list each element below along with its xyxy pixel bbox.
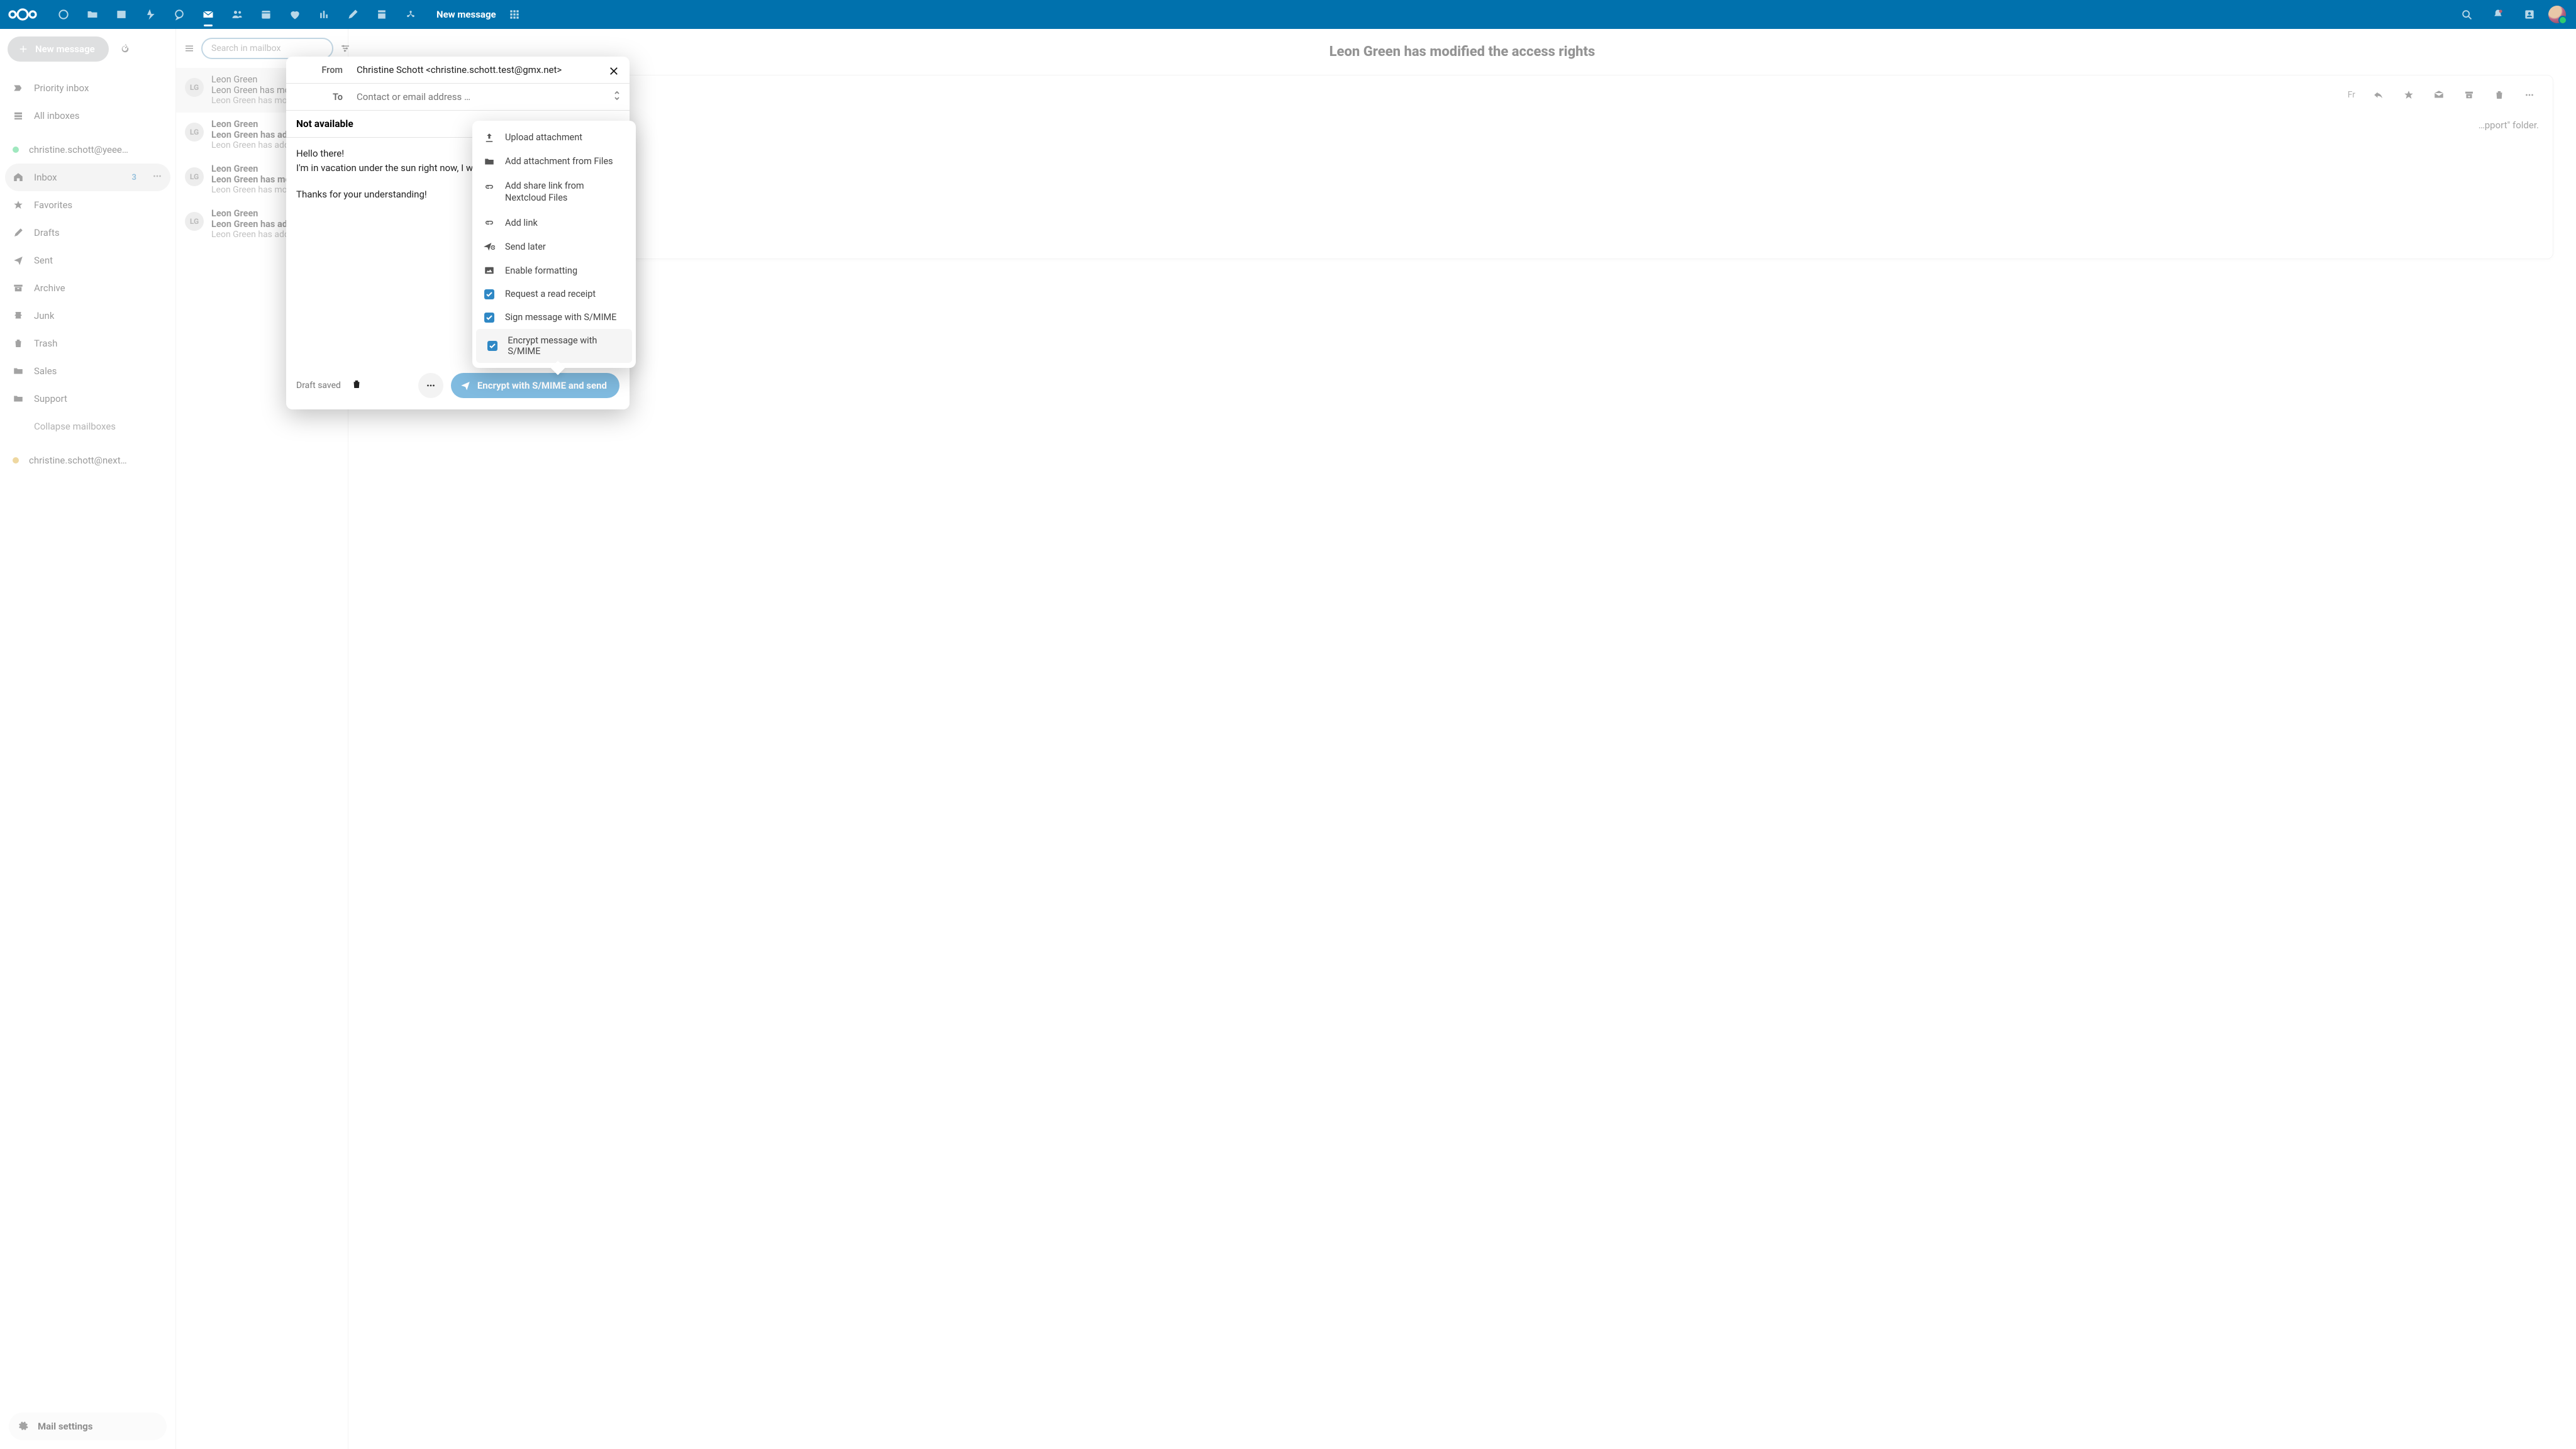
- menu-label: Upload attachment: [505, 132, 582, 143]
- folder-icon: [484, 156, 495, 167]
- nextcloud-logo[interactable]: [5, 6, 40, 23]
- calendar-icon[interactable]: [252, 0, 280, 29]
- top-bar: New message: [0, 0, 2576, 29]
- from-label: From: [286, 65, 352, 75]
- send-label: Encrypt with S/MIME and send: [477, 380, 607, 391]
- menu-sign-smime[interactable]: Sign message with S/MIME: [472, 306, 636, 329]
- menu-attachment-from-files[interactable]: Add attachment from Files: [472, 150, 636, 174]
- link-icon: [484, 181, 495, 192]
- notifications-icon[interactable]: [2485, 0, 2511, 29]
- search-icon[interactable]: [2454, 0, 2479, 29]
- menu-enable-formatting[interactable]: Enable formatting: [472, 258, 636, 282]
- grid-icon[interactable]: [500, 0, 529, 29]
- activity-icon[interactable]: [136, 0, 165, 29]
- photos-icon[interactable]: [107, 0, 136, 29]
- more-apps-icon[interactable]: [396, 0, 425, 29]
- menu-label: Encrypt message with S/MIME: [508, 335, 621, 357]
- page-title: New message: [436, 9, 496, 20]
- menu-label: Request a read receipt: [505, 289, 596, 299]
- image-icon: [484, 265, 495, 276]
- menu-encrypt-smime[interactable]: Encrypt message with S/MIME: [476, 329, 632, 363]
- compose-dialog: From Christine Schott <christine.schott.…: [286, 57, 630, 409]
- menu-upload-attachment[interactable]: Upload attachment: [472, 126, 636, 150]
- app-switcher: [49, 0, 425, 29]
- files-icon[interactable]: [78, 0, 107, 29]
- to-label: To: [286, 92, 352, 103]
- menu-label: Add share link from Nextcloud Files: [505, 180, 625, 204]
- expand-recipients-icon[interactable]: [613, 90, 621, 104]
- dashboard-icon[interactable]: [49, 0, 78, 29]
- upload-icon: [484, 132, 495, 143]
- menu-label: Enable formatting: [505, 265, 577, 276]
- analytics-icon[interactable]: [309, 0, 338, 29]
- checkbox-checked-icon: [484, 289, 494, 299]
- deck-icon[interactable]: [367, 0, 396, 29]
- options-popover: Upload attachment Add attachment from Fi…: [472, 121, 636, 368]
- discard-draft-icon[interactable]: [351, 379, 362, 392]
- checkbox-checked-icon: [487, 341, 497, 351]
- schedule-icon: [484, 241, 495, 252]
- to-input[interactable]: Contact or email address …: [352, 84, 630, 110]
- more-options-button[interactable]: [418, 373, 443, 398]
- menu-label: Add link: [505, 218, 538, 228]
- send-button[interactable]: Encrypt with S/MIME and send: [451, 373, 619, 398]
- menu-add-link[interactable]: Add link: [472, 211, 636, 235]
- mail-icon[interactable]: [194, 0, 223, 29]
- user-avatar[interactable]: [2548, 6, 2566, 23]
- notes-icon[interactable]: [338, 0, 367, 29]
- menu-send-later[interactable]: Send later: [472, 235, 636, 258]
- health-icon[interactable]: [280, 0, 309, 29]
- talk-icon[interactable]: [165, 0, 194, 29]
- menu-label: Add attachment from Files: [505, 156, 613, 167]
- menu-share-link[interactable]: Add share link from Nextcloud Files: [472, 174, 636, 211]
- contacts-icon[interactable]: [223, 0, 252, 29]
- menu-label: Send later: [505, 242, 546, 252]
- from-value[interactable]: Christine Schott <christine.schott.test@…: [352, 57, 630, 83]
- link-icon: [484, 217, 495, 228]
- contacts-menu-icon[interactable]: [2517, 0, 2542, 29]
- draft-status: Draft saved: [296, 380, 341, 391]
- menu-label: Sign message with S/MIME: [505, 312, 616, 323]
- menu-read-receipt[interactable]: Request a read receipt: [472, 282, 636, 306]
- checkbox-checked-icon: [484, 313, 494, 323]
